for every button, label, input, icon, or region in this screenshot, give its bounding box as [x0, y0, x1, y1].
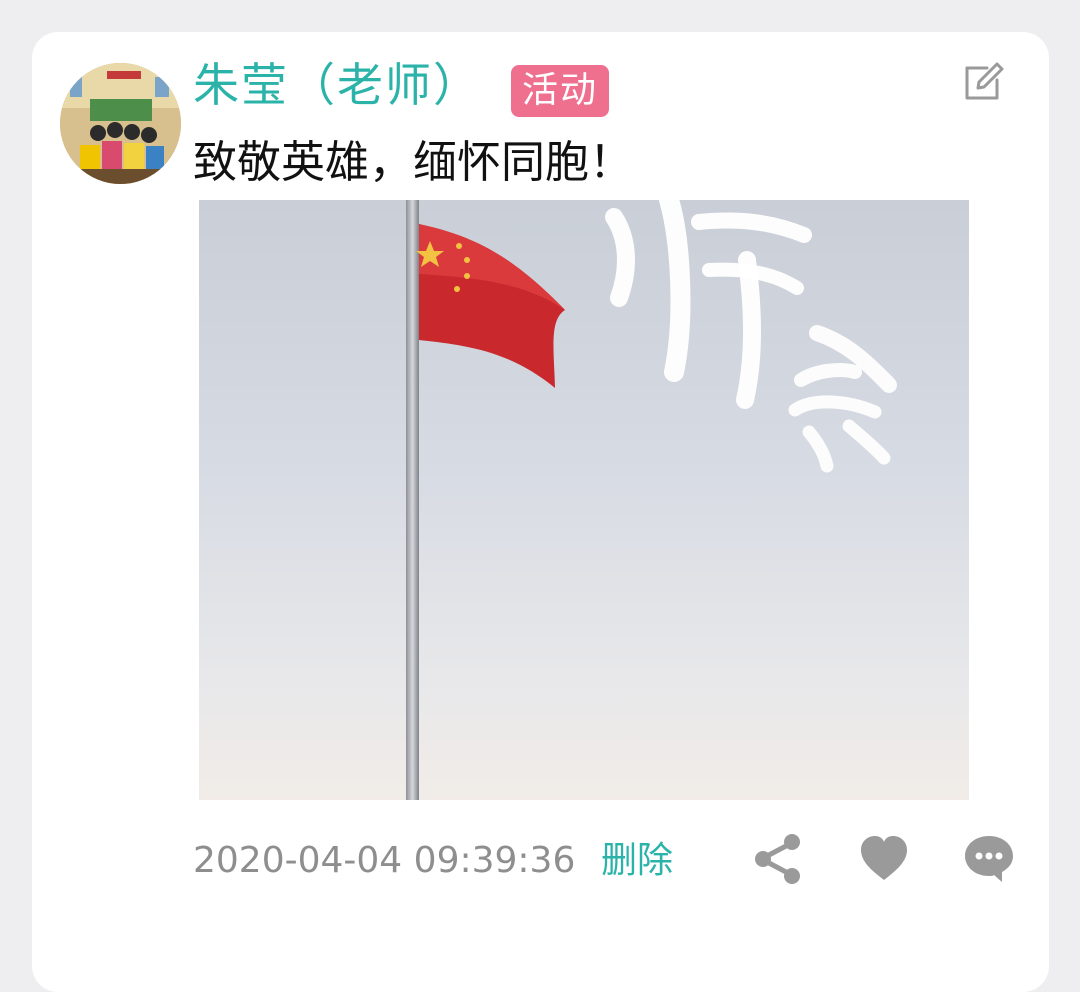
heart-icon[interactable]	[857, 832, 911, 886]
author-avatar[interactable]	[60, 63, 181, 184]
post-timestamp: 2020-04-04 09:39:36	[193, 840, 576, 881]
edit-icon[interactable]	[959, 56, 1009, 106]
post-text: 致敬英雄，缅怀同胞！	[193, 137, 633, 188]
post-image[interactable]	[199, 200, 969, 800]
activity-tag: 活动	[511, 65, 609, 117]
share-icon[interactable]	[751, 832, 805, 886]
comment-icon[interactable]	[962, 832, 1016, 886]
author-name[interactable]: 朱莹（老师）	[193, 55, 481, 115]
delete-button[interactable]: 删除	[601, 836, 673, 886]
